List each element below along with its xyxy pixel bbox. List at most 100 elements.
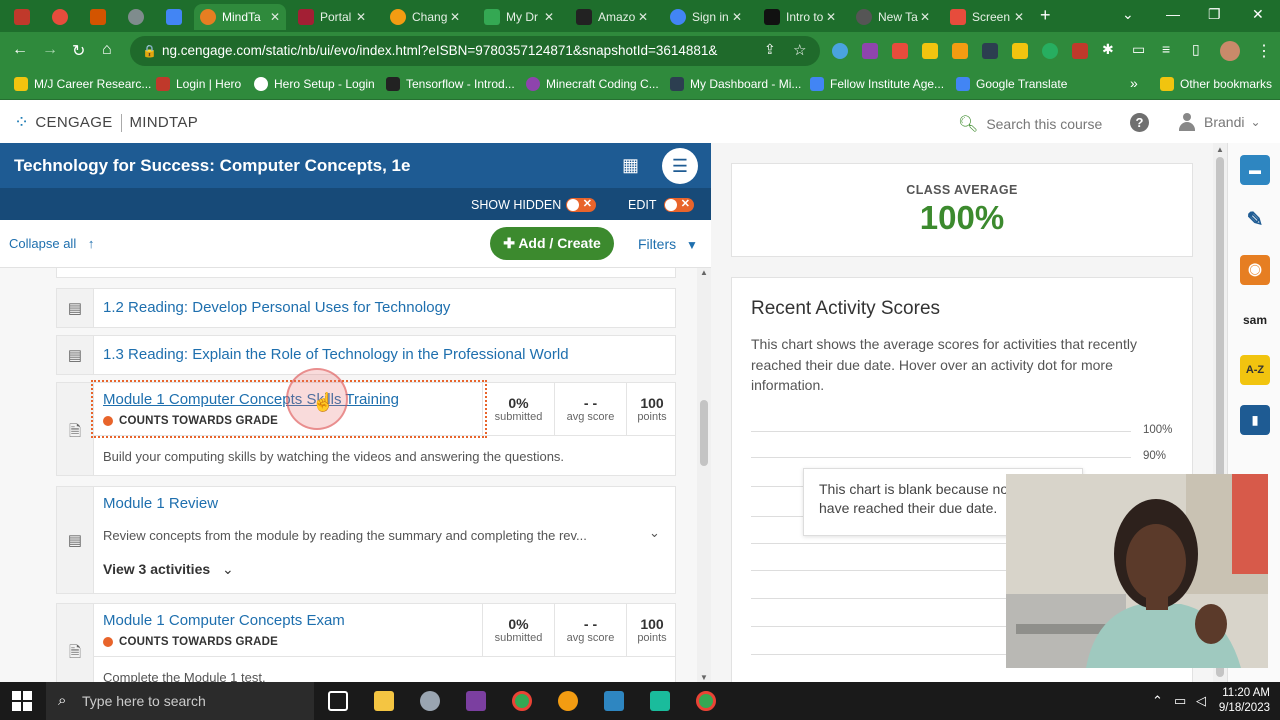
new-tab-plus-icon[interactable]: + (1040, 5, 1051, 26)
ebook-icon[interactable]: ▮ (1240, 405, 1270, 435)
app-icon[interactable] (558, 691, 578, 711)
tab-close-icon[interactable]: ✕ (826, 10, 836, 24)
cengage-logo[interactable]: ⁘ CENGAGE MINDTAP (14, 112, 198, 133)
tab-close-icon[interactable]: ✕ (638, 10, 648, 24)
browser-tab[interactable]: Chang ✕ (384, 4, 466, 30)
sam-icon[interactable]: sam (1240, 305, 1270, 335)
bookmark-item[interactable]: Fellow Institute Age... (810, 77, 944, 91)
extension-icon[interactable] (892, 43, 908, 59)
tab-close-icon[interactable]: ✕ (450, 10, 460, 24)
browser-tab-active[interactable]: MindTa ✕ (194, 4, 286, 30)
add-create-button[interactable]: ✚ Add / Create (490, 227, 614, 260)
list-item[interactable]: ▤ 1.2 Reading: Develop Personal Uses for… (56, 288, 676, 328)
collapse-all-link[interactable]: Collapse all ↑ (9, 236, 94, 251)
app-icon[interactable] (420, 691, 440, 711)
activity-title-link[interactable]: 1.2 Reading: Develop Personal Uses for T… (103, 299, 450, 316)
course-search[interactable]: 🔍︎ Search this course (958, 114, 1102, 134)
file-explorer-icon[interactable] (374, 691, 394, 711)
bookmark-item[interactable]: Minecraft Coding C... (526, 77, 659, 91)
browser-tab[interactable]: Screen ✕ (944, 4, 1030, 30)
activity-title-link[interactable]: 1.3 Reading: Explain the Role of Technol… (103, 346, 569, 363)
tab-close-icon[interactable]: ✕ (1014, 10, 1024, 24)
extension-icon[interactable] (982, 43, 998, 59)
chrome-icon[interactable] (696, 691, 716, 711)
close-window-icon[interactable]: ✕ (1252, 6, 1264, 23)
bookmark-item[interactable]: Google Translate (956, 77, 1067, 91)
forward-arrow-icon[interactable]: → (42, 41, 58, 59)
volume-icon[interactable]: ◁ (1196, 693, 1206, 709)
restore-icon[interactable]: ❐ (1208, 6, 1221, 23)
list-item[interactable]: ▤ Module 1 Review Review concepts from t… (56, 486, 676, 594)
home-icon[interactable]: ⌂ (102, 41, 112, 59)
extension-icon[interactable] (952, 43, 968, 59)
scrollbar-thumb[interactable] (700, 400, 708, 466)
briefcase-icon[interactable]: ▬ (1240, 155, 1270, 185)
browser-tab[interactable]: Amazo ✕ (570, 4, 654, 30)
cast-icon[interactable]: ▭ (1132, 41, 1145, 58)
list-item[interactable]: 🗎 Module 1 Computer Concepts Exam COUNTS… (56, 603, 676, 682)
bookmark-item[interactable]: Tensorflow - Introd... (386, 77, 515, 91)
taskbar-clock[interactable]: 11:20 AM 9/18/2023 (1214, 686, 1270, 716)
windows-start-icon[interactable] (12, 691, 32, 711)
calendar-icon[interactable]: ▦ (622, 155, 639, 176)
tab-close-icon[interactable]: ✕ (920, 10, 930, 24)
back-arrow-icon[interactable]: ← (12, 41, 28, 59)
browser-tab[interactable] (160, 4, 196, 30)
activity-title-link[interactable]: Module 1 Computer Concepts Exam (103, 612, 345, 629)
activity-title-link[interactable]: Module 1 Computer Concepts Skills Traini… (103, 391, 399, 408)
dictionary-az-icon[interactable]: A-Z (1240, 355, 1270, 385)
browser-tab[interactable] (46, 4, 82, 30)
user-menu[interactable]: Brandi ⌄ (1178, 113, 1261, 131)
profile-avatar[interactable] (1220, 41, 1240, 61)
bookmark-star-icon[interactable]: ☆ (793, 41, 806, 59)
filters-button[interactable]: Filters ▼ (638, 236, 698, 252)
bookmark-item[interactable]: M/J Career Researc... (14, 77, 151, 91)
browser-tab[interactable]: My Dr ✕ (478, 4, 560, 30)
extension-icon[interactable] (1012, 43, 1028, 59)
share-icon[interactable]: ⇪ (764, 41, 776, 58)
browser-tab[interactable] (8, 4, 44, 30)
bookmark-item[interactable]: Hero Setup - Login (254, 77, 375, 91)
menu-kebab-icon[interactable]: ⋮ (1256, 41, 1272, 61)
list-item[interactable]: ▤ 1.3 Reading: Explain the Role of Techn… (56, 335, 676, 375)
extension-icon[interactable] (922, 43, 938, 59)
browser-tab[interactable]: Intro to ✕ (758, 4, 842, 30)
browser-tab[interactable] (84, 4, 120, 30)
view-activities-link[interactable]: View 3 activities ⌄ (103, 561, 234, 578)
tab-close-icon[interactable]: ✕ (544, 10, 554, 24)
tab-search-chevron-icon[interactable]: ⌄ (1122, 6, 1134, 23)
pencil-icon[interactable]: ✎ (1240, 205, 1270, 235)
reload-icon[interactable]: ↻ (72, 41, 85, 61)
onenote-icon[interactable] (466, 691, 486, 711)
browser-tab[interactable] (122, 4, 158, 30)
bookmark-item[interactable]: Login | Hero (156, 77, 241, 91)
bookmark-item[interactable]: My Dashboard - Mi... (670, 77, 801, 91)
minimize-icon[interactable]: — (1166, 6, 1180, 22)
activity-title-link[interactable]: Module 1 Review (103, 495, 218, 512)
side-panel-icon[interactable]: ▯ (1192, 41, 1200, 58)
taskbar-search[interactable]: ⌕ Type here to search (46, 682, 314, 720)
browser-tab[interactable]: Sign in ✕ (664, 4, 748, 30)
tab-close-icon[interactable]: ✕ (270, 10, 280, 24)
list-view-icon[interactable]: ☰ (662, 148, 698, 184)
bookmarks-overflow-icon[interactable]: » (1130, 75, 1138, 91)
show-hidden-toggle[interactable]: ✕ (566, 198, 596, 212)
tray-chevron-up-icon[interactable]: ⌃ (1152, 693, 1163, 709)
browser-tab[interactable]: New Ta ✕ (850, 4, 936, 30)
tab-close-icon[interactable]: ✕ (356, 10, 366, 24)
reading-list-icon[interactable]: ≡ (1162, 41, 1170, 57)
tab-close-icon[interactable]: ✕ (732, 10, 742, 24)
battery-icon[interactable]: ▭ (1174, 693, 1186, 709)
help-icon[interactable]: ? (1130, 113, 1149, 132)
puzzle-extensions-icon[interactable]: ✱ (1102, 41, 1114, 58)
course-list-scrollbar[interactable]: ▲ ▼ (697, 268, 711, 682)
extension-icon[interactable] (1072, 43, 1088, 59)
address-bar[interactable]: 🔒 ng.cengage.com/static/nb/ui/evo/index.… (130, 36, 820, 66)
edit-toggle[interactable]: ✕ (664, 198, 694, 212)
browser-tab[interactable]: Portal ✕ (292, 4, 372, 30)
task-view-icon[interactable] (328, 691, 348, 711)
extension-icon[interactable] (862, 43, 878, 59)
other-bookmarks[interactable]: Other bookmarks (1160, 77, 1272, 91)
list-item[interactable]: 🗎 Module 1 Computer Concepts Skills Trai… (56, 380, 676, 476)
amazon-music-icon[interactable] (650, 691, 670, 711)
